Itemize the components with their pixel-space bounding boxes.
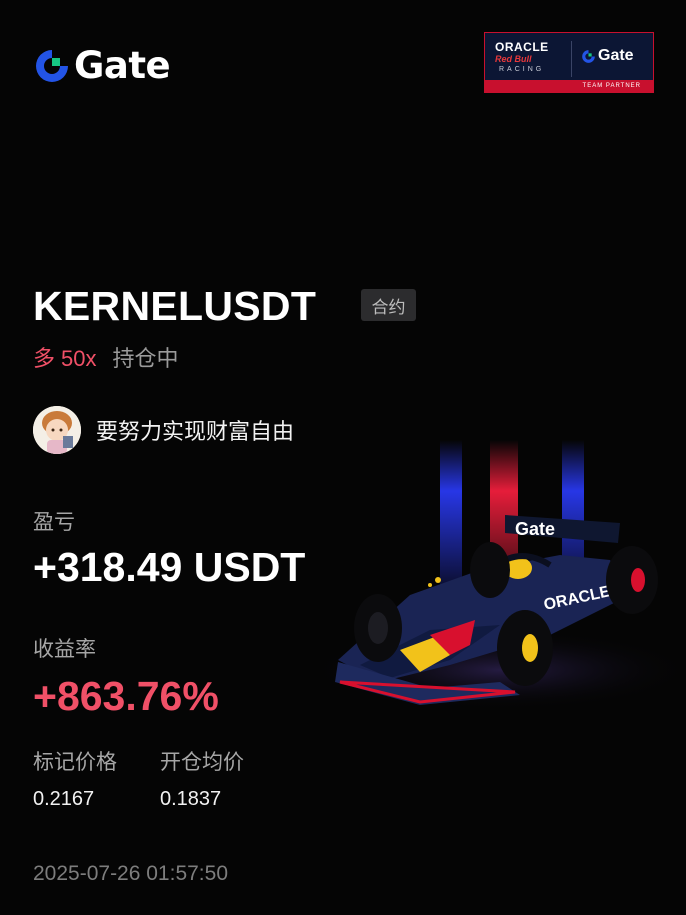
timestamp: 2025-07-26 01:57:50	[33, 862, 228, 885]
partner-gate-text: Gate	[598, 47, 634, 64]
roi-value: +863.76%	[33, 673, 219, 719]
race-car-illustration: Gate ORACLE	[310, 440, 686, 710]
partner-redbull-text: Red Bull	[495, 54, 532, 64]
gate-mini-icon	[582, 49, 595, 63]
svg-text:Gate: Gate	[515, 519, 555, 539]
position-leverage: 50x	[61, 346, 97, 371]
partner-oracle-text: ORACLE	[495, 40, 549, 54]
avatar	[33, 406, 81, 454]
user-info: 要努力实现财富自由	[33, 406, 294, 454]
position-status: 持仓中	[112, 346, 179, 371]
partner-racing-text: RACING	[499, 66, 545, 73]
contract-type-tag: 合约	[361, 289, 416, 321]
username: 要努力实现财富自由	[96, 419, 295, 444]
pnl-value: +318.49 USDT	[33, 544, 306, 590]
mark-price-value: 0.2167	[33, 788, 95, 810]
entry-price-label: 开仓均价	[160, 751, 244, 774]
position-direction: 多 50x 持仓中	[33, 341, 179, 373]
avatar-image	[33, 406, 81, 454]
partner-divider	[571, 41, 572, 77]
pnl-label: 盈亏	[33, 511, 75, 534]
contract-symbol: KERNELUSDT	[33, 283, 317, 329]
position-side: 多	[33, 346, 56, 371]
roi-label: 收益率	[33, 638, 96, 661]
mark-price-label: 标记价格	[33, 751, 117, 774]
gate-logo-text: Gate	[74, 44, 171, 87]
gate-logo-icon	[36, 50, 68, 82]
partner-gate-logo: Gate	[581, 47, 634, 65]
gate-logo: Gate	[33, 44, 171, 87]
partner-footer: TEAM PARTNER	[485, 80, 653, 92]
entry-price-value: 0.1837	[160, 788, 222, 810]
partner-badge: ORACLE Red Bull RACING Gate TEAM PARTNER	[484, 32, 654, 93]
